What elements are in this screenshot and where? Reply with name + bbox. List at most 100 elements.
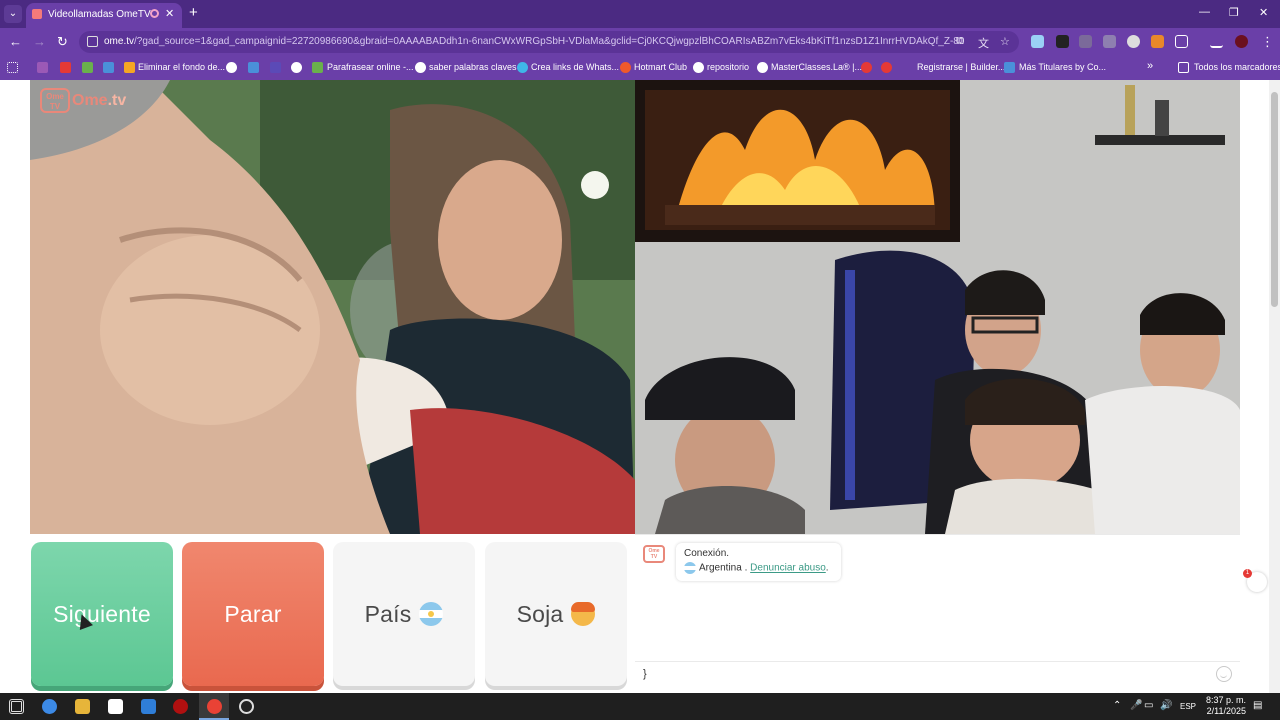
clock-date: 2/11/2025 xyxy=(1206,706,1246,716)
chat-input[interactable]: } xyxy=(635,661,1240,687)
url-host: ome.tv xyxy=(104,36,135,47)
copilot-icon[interactable] xyxy=(42,699,57,714)
back-icon[interactable]: ← xyxy=(9,34,22,49)
browser-toolbar: ← → ↻ ome.tv/?gad_source=1&gad_campaigni… xyxy=(0,28,1280,56)
close-window-button[interactable]: ✕ xyxy=(1259,6,1268,19)
restore-button[interactable]: ❐ xyxy=(1229,6,1239,19)
bookmark-item[interactable]: Registrarse | Builder... xyxy=(917,62,1005,72)
bookmark-item[interactable]: saber palabras claves xyxy=(429,62,517,72)
windows-start-icon[interactable] xyxy=(9,699,24,714)
all-bookmarks-button[interactable]: Todos los marcadores xyxy=(1194,62,1280,72)
bookmark-item[interactable]: Parafrasear online -... xyxy=(327,62,414,72)
connection-separator: . xyxy=(744,562,748,574)
bookmark-favicon-icon xyxy=(312,62,323,73)
url-path: /?gad_source=1&gad_campaignid=2272098669… xyxy=(134,36,964,47)
bookmark-icon[interactable] xyxy=(270,62,281,73)
ometv-logo-tld: .tv xyxy=(107,91,127,109)
translate-icon[interactable]: 文 xyxy=(978,35,989,51)
ometv-logo-text: Ome.tv xyxy=(72,92,126,110)
bookmark-favicon-icon xyxy=(124,62,135,73)
bookmark-item[interactable]: MasterClasses.La® |... xyxy=(771,62,862,72)
emoji-picker-icon[interactable] xyxy=(1216,666,1232,682)
bookmark-item[interactable]: repositorio xyxy=(707,62,749,72)
self-video-scene xyxy=(635,80,1240,534)
youtube-icon[interactable] xyxy=(60,62,71,73)
stranger-video-scene xyxy=(30,80,635,534)
bookmark-icon[interactable] xyxy=(103,62,114,73)
media-controls-icon[interactable] xyxy=(1210,35,1223,48)
system-message: Conexión. Argentina . Denunciar abuso. xyxy=(676,543,841,581)
bookmark-item[interactable]: Eliminar el fondo de... xyxy=(138,62,225,72)
bookmark-item[interactable]: Más Titulares by Co... xyxy=(1019,62,1106,72)
keyboard-extension-icon[interactable] xyxy=(1103,35,1116,48)
extension-icon[interactable] xyxy=(1079,35,1092,48)
tab-strip: ⌄ Videollamadas OmeTV — A ✕ + — ❐ ✕ xyxy=(0,0,1280,28)
circle-extension-icon[interactable] xyxy=(1127,35,1140,48)
ometv-logo-name: Ome xyxy=(72,91,108,109)
scrollbar-thumb[interactable] xyxy=(1271,92,1278,307)
bookmark-icon[interactable] xyxy=(82,62,93,73)
folder-icon xyxy=(1178,62,1189,73)
chat-panel: Ome TV Conexión. Argentina . Denunciar a… xyxy=(635,534,1240,686)
next-button[interactable]: Siguiente xyxy=(31,542,173,686)
bookmark-favicon-icon xyxy=(517,62,528,73)
app-icon[interactable] xyxy=(173,699,188,714)
show-hidden-icons[interactable]: ⌃ xyxy=(1113,700,1121,711)
bookmark-favicon-icon xyxy=(1004,62,1015,73)
country-button-label: País xyxy=(364,600,412,627)
bookmark-item[interactable]: Crea links de Whats... xyxy=(531,62,619,72)
outlook-icon[interactable] xyxy=(141,699,156,714)
windows-taskbar: ⌃ 🎤 ▭ 🔊 ESP 8:37 p. m. 2/11/2025 ▤ xyxy=(0,693,1280,720)
chrome-icon[interactable] xyxy=(207,699,222,714)
stranger-video: Ome TV Ome.tv xyxy=(30,80,635,534)
bookmark-icon[interactable] xyxy=(881,62,892,73)
apps-grid-icon[interactable] xyxy=(7,62,18,73)
close-tab-icon[interactable]: ✕ xyxy=(165,7,174,20)
bookmark-icon[interactable] xyxy=(248,62,259,73)
microphone-icon[interactable]: 🎤 xyxy=(1130,700,1142,711)
menu-kebab-icon[interactable]: ⋮ xyxy=(1261,34,1274,50)
forward-icon[interactable]: → xyxy=(33,34,46,49)
language-indicator[interactable]: ESP xyxy=(1180,702,1196,711)
tab-search-icon[interactable]: ⌄ xyxy=(4,5,22,23)
site-info-icon[interactable] xyxy=(87,36,98,47)
file-explorer-icon[interactable] xyxy=(75,699,90,714)
boy-emoji-icon xyxy=(571,602,596,626)
store-icon[interactable] xyxy=(108,699,123,714)
country-filter-button[interactable]: País xyxy=(333,542,475,686)
address-bar[interactable]: ome.tv/?gad_source=1&gad_campaignid=2272… xyxy=(79,31,1019,53)
bookmark-favicon-icon xyxy=(693,62,704,73)
bookmark-star-icon[interactable]: ☆ xyxy=(1000,35,1010,48)
tab-ometv[interactable]: Videollamadas OmeTV — A ✕ xyxy=(26,3,182,28)
volume-icon[interactable]: 🔊 xyxy=(1160,700,1172,711)
orange-extension-icon[interactable] xyxy=(1151,35,1164,48)
new-tab-icon[interactable]: + xyxy=(189,4,198,21)
bookmark-icon[interactable] xyxy=(291,62,302,73)
taskbar-clock[interactable]: 8:37 p. m. 2/11/2025 xyxy=(1196,695,1246,717)
cast-icon[interactable]: ⧉ xyxy=(956,35,964,48)
notifications-icon[interactable]: ▤ xyxy=(1253,700,1262,711)
bookmark-icon[interactable] xyxy=(226,62,237,73)
profile-avatar[interactable] xyxy=(1235,35,1248,48)
page-scrollbar[interactable] xyxy=(1269,80,1280,693)
connection-label: Conexión. xyxy=(684,548,730,559)
app-icon[interactable] xyxy=(239,699,254,714)
more-bookmarks-icon[interactable]: » xyxy=(1147,60,1153,72)
network-icon[interactable]: ▭ xyxy=(1144,700,1153,711)
minimize-button[interactable]: — xyxy=(1199,6,1210,18)
connection-country-line: Argentina . Denunciar abuso. xyxy=(684,562,833,574)
clock-time: 8:37 p. m. xyxy=(1205,695,1246,705)
reload-icon[interactable]: ↻ xyxy=(57,34,68,50)
screen-capture-extension-icon[interactable] xyxy=(1031,35,1044,48)
stop-button[interactable]: Parar xyxy=(182,542,324,686)
argentina-flag-icon xyxy=(419,602,444,626)
toggle-off-extension-icon[interactable] xyxy=(1056,35,1069,48)
bookmark-icon[interactable] xyxy=(861,62,872,73)
gender-filter-button[interactable]: Soja xyxy=(485,542,627,686)
report-abuse-link[interactable]: Denunciar abuso xyxy=(750,563,826,574)
ometv-favicon-icon xyxy=(32,9,42,19)
url-text[interactable]: ome.tv/?gad_source=1&gad_campaignid=2272… xyxy=(104,36,964,47)
extensions-puzzle-icon[interactable] xyxy=(1175,35,1188,48)
bookmark-item[interactable]: Hotmart Club xyxy=(634,62,687,72)
bookmark-icon[interactable] xyxy=(37,62,48,73)
